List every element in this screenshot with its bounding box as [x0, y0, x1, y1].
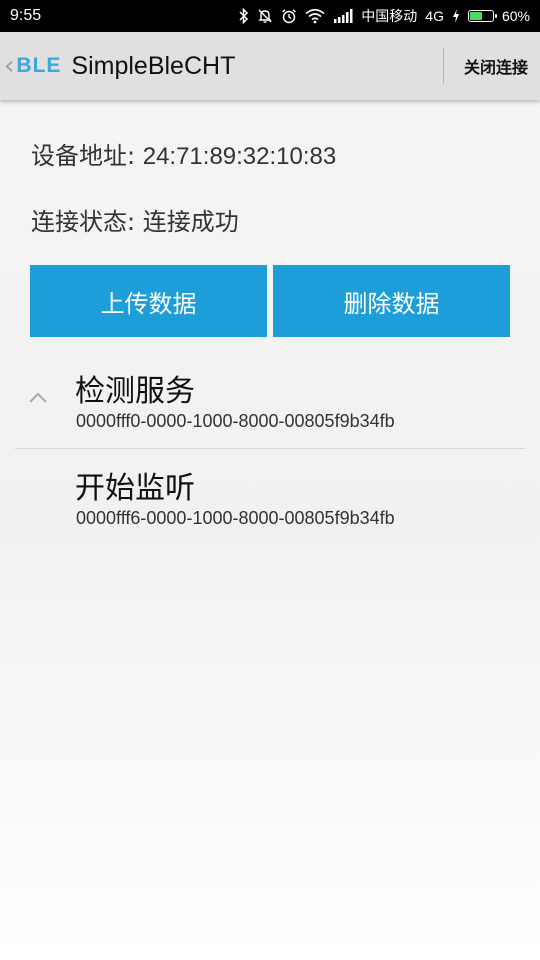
upload-data-button[interactable]: 上传数据	[30, 265, 267, 337]
charging-icon	[452, 6, 460, 26]
status-bar: 9:55 中国移动 4G 60%	[0, 0, 540, 32]
disconnect-button[interactable]: 关闭连接	[464, 32, 528, 100]
bluetooth-icon	[239, 6, 249, 26]
back-button[interactable]: ‹ BLE	[0, 32, 61, 100]
action-divider	[443, 48, 444, 84]
connection-status-value: 连接成功	[142, 208, 239, 236]
service-uuid: 0000fff0-0000-1000-8000-00805f9b34fb	[76, 411, 395, 431]
carrier-name: 中国移动	[361, 8, 418, 24]
status-icons: 中国移动 4G 60%	[239, 6, 530, 26]
characteristic-title: 开始监听	[75, 471, 195, 506]
signal-icon	[333, 6, 353, 26]
wifi-icon	[305, 6, 325, 26]
characteristic-uuid: 0000fff6-0000-1000-8000-00805f9b34fb	[76, 508, 395, 528]
battery-percent: 60%	[501, 8, 530, 24]
connection-status: 连接状态: 连接成功	[31, 202, 239, 237]
device-address-label: 设备地址:	[31, 142, 143, 170]
alarm-icon	[281, 6, 297, 26]
mute-icon	[257, 6, 273, 26]
device-address-value: 24:71:89:32:10:83	[142, 143, 337, 170]
battery-icon	[467, 6, 497, 26]
chevron-up-icon[interactable]	[28, 388, 48, 408]
network-type: 4G	[425, 8, 444, 24]
connection-status-label: 连接状态:	[31, 208, 143, 236]
service-title: 检测服务	[75, 374, 195, 409]
list-divider	[15, 448, 525, 449]
app-title: SimpleBleCHT	[71, 51, 236, 80]
status-time: 9:55	[10, 7, 42, 24]
device-address: 设备地址: 24:71:89:32:10:83	[31, 136, 336, 171]
chevron-left-icon: ‹	[4, 51, 15, 81]
app-logo: BLE	[16, 54, 62, 77]
action-bar: ‹ BLE SimpleBleCHT 关闭连接	[0, 32, 540, 100]
delete-data-button[interactable]: 删除数据	[273, 265, 510, 337]
